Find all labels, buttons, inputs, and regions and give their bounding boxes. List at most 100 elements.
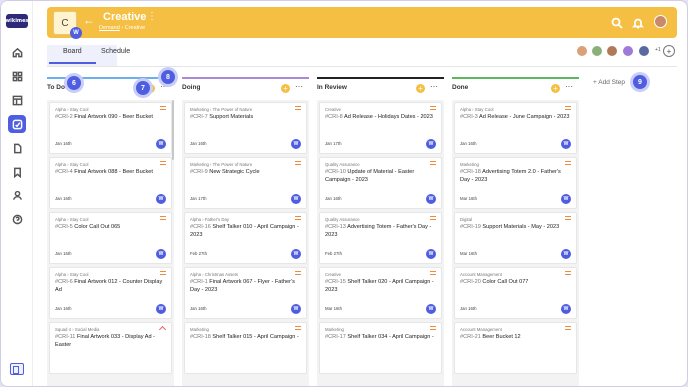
avatar[interactable] [607, 46, 617, 56]
assignee-avatar[interactable]: W [561, 139, 571, 149]
card-id: #CRI-18 [460, 169, 481, 175]
task-card[interactable]: Marketing #CRI-18 Advertising Totem 2.0 -… [454, 157, 577, 209]
card-id: #CRI-11 [55, 334, 76, 340]
column-more-icon[interactable]: ··· [565, 82, 573, 91]
assignee-avatar[interactable]: W [426, 304, 436, 314]
sidebar: wikimes [1, 1, 33, 386]
user-avatar[interactable] [654, 15, 667, 28]
user-icon[interactable] [9, 187, 25, 203]
task-card[interactable]: Alpha › Stay Cool #CRI-5 Color Call Out 0… [49, 212, 172, 264]
home-icon[interactable] [9, 44, 25, 60]
assignee-avatar[interactable]: W [426, 139, 436, 149]
card-title: Final Artwork 088 - Beer Bucket [74, 169, 153, 175]
avatar[interactable] [577, 46, 587, 56]
task-card[interactable]: Alpha › Stay Cool #CRI-3 Ad Release - Jun… [454, 102, 577, 154]
card-id: #CRI-4 [55, 169, 73, 175]
card-title-line: #CRI-10 Update of Material - Easter Camp… [325, 169, 435, 184]
task-card[interactable]: Marketing #CRI-18 Shelf Talker 015 - Apri… [184, 322, 307, 374]
card-id: #CRI-18 [190, 334, 211, 340]
column-more-icon[interactable]: ··· [295, 82, 303, 91]
task-card[interactable]: Quality Assurance #CRI-13 Advertising Tot… [319, 212, 442, 264]
assignee-avatar[interactable]: W [291, 304, 301, 314]
priority-icon [160, 271, 166, 275]
assignee-avatar[interactable]: W [156, 139, 166, 149]
assignee-avatar[interactable]: W [291, 139, 301, 149]
avatar[interactable] [639, 46, 649, 56]
task-card[interactable]: Creative #CRI-8 Ad Release - Holidays Dat… [319, 102, 442, 154]
help-icon[interactable] [9, 211, 25, 227]
assignee-avatar[interactable]: W [291, 194, 301, 204]
assignee-avatar[interactable]: W [561, 249, 571, 259]
column-2: In Review + ··· Creative #CRI-8 Ad Release -… [317, 77, 444, 386]
card-date: Mar 16th [460, 196, 477, 201]
more-options-icon[interactable]: ⋮ [147, 11, 157, 22]
scrollbar[interactable] [172, 100, 174, 160]
card-id: #CRI-5 [55, 224, 73, 230]
board-icon[interactable] [9, 92, 25, 108]
annotation-badge: 7 [136, 81, 150, 95]
breadcrumb-parent[interactable]: Demand [99, 25, 120, 31]
add-card-button[interactable]: + [416, 84, 425, 93]
task-card[interactable]: Marketing › The Power of Nature #CRI-9 Ne… [184, 157, 307, 209]
add-card-button[interactable]: + [551, 84, 560, 93]
task-card[interactable]: Account Management #CRI-20 Color Call Out… [454, 267, 577, 319]
card-title-line: #CRI-9 New Strategic Cycle [190, 169, 300, 177]
card-date: Jan 16th [460, 306, 477, 311]
assignee-avatar[interactable]: W [561, 304, 571, 314]
task-card[interactable]: Squad 4 › Social Media #CRI-11 Final Artw… [49, 322, 172, 374]
assignee-avatar[interactable]: W [156, 249, 166, 259]
task-card[interactable]: Alpha › Stay Cool #CRI-4 Final Artwork 08… [49, 157, 172, 209]
task-card[interactable]: Alpha › Stay Cool #CRI-6 Final Artwork 01… [49, 267, 172, 319]
task-card[interactable]: Account Management #CRI-21 Beer Bucket 12 [454, 322, 577, 374]
assignee-avatar[interactable]: W [156, 304, 166, 314]
task-card[interactable]: Alpha › Father's Day #CRI-16 Shelf Talker… [184, 212, 307, 264]
avatar[interactable] [623, 46, 633, 56]
card-list: Marketing › The Power of Nature #CRI-7 Su… [182, 100, 309, 386]
card-date: Feb 27th [325, 251, 342, 256]
document-icon[interactable] [9, 140, 25, 156]
card-date: Jan 17th [325, 141, 342, 146]
assignee-avatar[interactable]: W [291, 249, 301, 259]
card-title-line: #CRI-2 Final Artwork 090 - Beer Bucket [55, 114, 165, 122]
tab-schedule[interactable]: Schedule [101, 48, 130, 55]
avatar[interactable] [592, 46, 602, 56]
card-path: Alpha › Father's Day [190, 217, 230, 222]
card-title-line: #CRI-19 Support Materials - May - 2023 [460, 224, 570, 232]
add-card-button[interactable]: + [281, 84, 290, 93]
assignee-avatar[interactable]: W [561, 194, 571, 204]
collapse-sidebar-icon[interactable] [10, 363, 24, 375]
back-arrow-icon[interactable]: ← [83, 13, 95, 27]
column-more-icon[interactable]: ··· [430, 82, 438, 91]
breadcrumb-separator: › [121, 25, 124, 31]
bookmark-icon[interactable] [9, 164, 25, 180]
card-path: Marketing [325, 327, 344, 332]
grid-icon[interactable] [9, 68, 25, 84]
card-title: Ad Release - Holidays Dates - 2023 [343, 114, 433, 120]
priority-icon [160, 216, 166, 220]
card-path: Alpha › Stay Cool [55, 162, 89, 167]
assignee-avatar[interactable]: W [426, 249, 436, 259]
task-card[interactable]: Alpha › Christmas Assets #CRI-1 Final Art… [184, 267, 307, 319]
card-id: #CRI-13 [325, 224, 346, 230]
add-step-button[interactable]: + Add Step [593, 79, 625, 86]
card-date: Jan 16th [190, 306, 207, 311]
workflow-icon[interactable] [8, 115, 26, 133]
card-title-line: #CRI-11 Final Artwork 033 - Display Ad -… [55, 334, 165, 349]
app-logo[interactable]: wikimes [6, 14, 28, 28]
priority-icon [295, 216, 301, 220]
task-card[interactable]: Marketing #CRI-17 Shelf Talker 034 - Apri… [319, 322, 442, 374]
assignee-avatar[interactable]: W [426, 194, 436, 204]
add-member-button[interactable]: + [663, 45, 675, 57]
task-card[interactable]: Alpha › Stay Cool #CRI-2 Final Artwork 09… [49, 102, 172, 154]
search-icon[interactable] [611, 16, 623, 29]
task-card[interactable]: Digital #CRI-19 Support Materials - May -… [454, 212, 577, 264]
task-card[interactable]: Marketing › The Power of Nature #CRI-7 Su… [184, 102, 307, 154]
bell-icon[interactable] [631, 16, 645, 29]
priority-icon [430, 326, 436, 330]
task-card[interactable]: Creative #CRI-15 Shelf Talker 020 - April… [319, 267, 442, 319]
tab-board[interactable]: Board [49, 48, 96, 64]
assignee-avatar[interactable]: W [156, 194, 166, 204]
task-card[interactable]: Quality Assurance #CRI-10 Update of Mater… [319, 157, 442, 209]
card-path: Alpha › Stay Cool [460, 107, 494, 112]
project-avatar-letter: C [61, 17, 69, 29]
